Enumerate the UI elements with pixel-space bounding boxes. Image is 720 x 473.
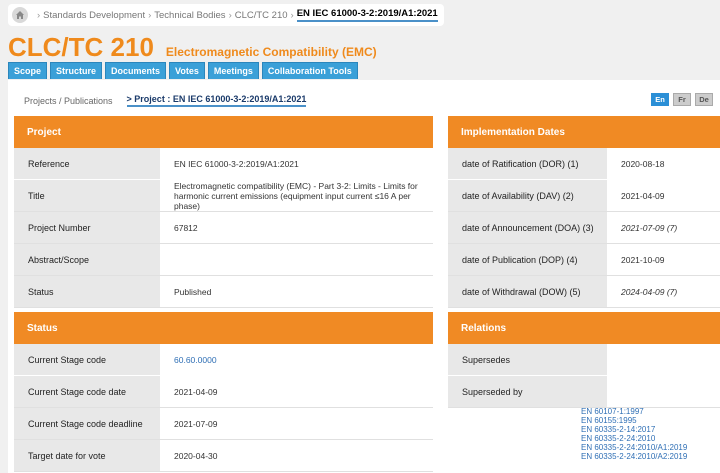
superseded-by-label: Superseded by: [448, 376, 607, 407]
stage-code-link[interactable]: 60.60.0000: [160, 344, 433, 375]
separator-icon: ›: [290, 9, 294, 21]
breadcrumb: › Standards Development › Technical Bodi…: [8, 4, 444, 26]
title-label: Title: [14, 180, 160, 211]
related-standard-link[interactable]: EN 60335-2-24:2010/A1:2019: [581, 443, 687, 452]
separator-icon: ›: [37, 9, 41, 21]
content-panel: Projects / Publications > Project : EN I…: [8, 80, 720, 473]
superseded-by-value: [607, 376, 720, 407]
dor-label: date of Ratification (DOR) (1): [448, 148, 607, 179]
tab-structure[interactable]: Structure: [50, 62, 103, 79]
tab-collaboration-tools[interactable]: Collaboration Tools: [261, 62, 358, 79]
project-number-label: Project Number: [14, 212, 160, 243]
dow-label: date of Withdrawal (DOW) (5): [448, 276, 607, 307]
abstract-value: [160, 244, 433, 275]
stage-code-row: Current Stage code 60.60.0000: [14, 344, 433, 376]
supersedes-row: Supersedes: [448, 344, 720, 376]
relations-header: Relations: [448, 312, 720, 344]
separator-icon: ›: [148, 9, 152, 21]
language-en-button[interactable]: En: [651, 93, 669, 106]
projects-publications-link[interactable]: Projects / Publications: [24, 96, 113, 106]
dav-row: date of Availability (DAV) (2) 2021-04-0…: [448, 180, 720, 212]
status-value: Published: [160, 276, 433, 307]
reference-row: Reference EN IEC 61000-3-2:2019/A1:2021: [14, 148, 433, 180]
supersedes-value: [607, 344, 720, 375]
stage-date-row: Current Stage code date 2021-04-09: [14, 376, 433, 408]
reference-value: EN IEC 61000-3-2:2019/A1:2021: [160, 148, 433, 179]
page-title: CLC/TC 210: [8, 32, 154, 62]
tab-meetings[interactable]: Meetings: [207, 62, 259, 79]
home-icon[interactable]: [12, 7, 28, 23]
page-header: CLC/TC 210 Electromagnetic Compatibility…: [8, 32, 377, 63]
superseded-by-row: Superseded by: [448, 376, 720, 408]
related-standard-link[interactable]: EN 60107-1:1997: [581, 407, 687, 416]
abstract-label: Abstract/Scope: [14, 244, 160, 275]
dav-label: date of Availability (DAV) (2): [448, 180, 607, 211]
dor-value: 2020-08-18: [607, 148, 720, 179]
relations-section: Relations Supersedes Superseded by: [448, 312, 720, 408]
status-row: Status Published: [14, 276, 433, 308]
breadcrumb-current: EN IEC 61000-3-2:2019/A1:2021: [296, 8, 438, 22]
related-standard-link[interactable]: EN 60335-2-24:2010/A2:2019: [581, 452, 687, 461]
breadcrumb-technical-bodies[interactable]: Technical Bodies: [154, 10, 225, 21]
stage-date-label: Current Stage code date: [14, 376, 160, 407]
dop-value: 2021-10-09: [607, 244, 720, 275]
title-row: Title Electromagnetic compatibility (EMC…: [14, 180, 433, 212]
dop-row: date of Publication (DOP) (4) 2021-10-09: [448, 244, 720, 276]
target-vote-row: Target date for vote 2020-04-30: [14, 440, 433, 472]
page-subtitle: Electromagnetic Compatibility (EMC): [165, 45, 377, 59]
stage-date-value: 2021-04-09: [160, 376, 433, 407]
status-section: Status Current Stage code 60.60.0000 Cur…: [14, 312, 433, 472]
supersedes-label: Supersedes: [448, 344, 607, 375]
breadcrumb-standards-development[interactable]: Standards Development: [43, 10, 145, 21]
project-number-row: Project Number 67812: [14, 212, 433, 244]
project-number-value: 67812: [160, 212, 433, 243]
stage-code-label: Current Stage code: [14, 344, 160, 375]
separator-icon: ›: [228, 9, 232, 21]
doa-value: 2021-07-09 (7): [607, 212, 720, 243]
dop-label: date of Publication (DOP) (4): [448, 244, 607, 275]
related-standard-link[interactable]: EN 60335-2-14:2017: [581, 425, 687, 434]
current-project-label: > Project : EN IEC 61000-3-2:2019/A1:202…: [126, 94, 307, 107]
dow-value: 2024-04-09 (7): [607, 276, 720, 307]
tab-votes[interactable]: Votes: [169, 62, 205, 79]
project-header: Project: [14, 116, 433, 148]
related-standard-link[interactable]: EN 60335-2-24:2010: [581, 434, 687, 443]
title-value: Electromagnetic compatibility (EMC) - Pa…: [160, 180, 433, 211]
tab-scope[interactable]: Scope: [8, 62, 48, 79]
breadcrumb-committee[interactable]: CLC/TC 210: [235, 10, 288, 21]
implementation-dates-section: Implementation Dates date of Ratificatio…: [448, 116, 720, 308]
stage-deadline-row: Current Stage code deadline 2021-07-09: [14, 408, 433, 440]
language-fr-button[interactable]: Fr: [673, 93, 691, 106]
status-label: Status: [14, 276, 160, 307]
abstract-row: Abstract/Scope: [14, 244, 433, 276]
target-vote-label: Target date for vote: [14, 440, 160, 471]
target-vote-value: 2020-04-30: [160, 440, 433, 471]
reference-label: Reference: [14, 148, 160, 179]
implementation-dates-header: Implementation Dates: [448, 116, 720, 148]
project-section: Project Reference EN IEC 61000-3-2:2019/…: [14, 116, 433, 308]
tab-documents[interactable]: Documents: [105, 62, 167, 79]
related-standards-list: EN 60107-1:1997 EN 60155:1995 EN 60335-2…: [581, 407, 687, 461]
dow-row: date of Withdrawal (DOW) (5) 2024-04-09 …: [448, 276, 720, 308]
dor-row: date of Ratification (DOR) (1) 2020-08-1…: [448, 148, 720, 180]
project-breadcrumb: Projects / Publications > Project : EN I…: [24, 94, 307, 107]
status-header: Status: [14, 312, 433, 344]
doa-label: date of Announcement (DOA) (3): [448, 212, 607, 243]
stage-deadline-value: 2021-07-09: [160, 408, 433, 439]
doa-row: date of Announcement (DOA) (3) 2021-07-0…: [448, 212, 720, 244]
language-de-button[interactable]: De: [695, 93, 713, 106]
related-standard-link[interactable]: EN 60155:1995: [581, 416, 687, 425]
dav-value: 2021-04-09: [607, 180, 720, 211]
stage-deadline-label: Current Stage code deadline: [14, 408, 160, 439]
committee-tabs: Scope Structure Documents Votes Meetings…: [8, 62, 361, 79]
